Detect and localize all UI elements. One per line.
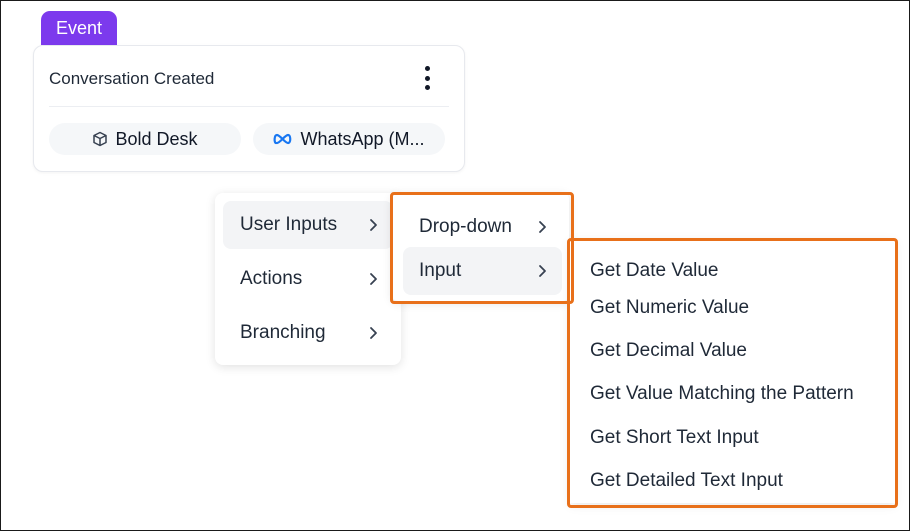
card-divider [49,106,449,107]
chevron-right-icon [369,218,379,232]
menu-item-label: User Inputs [240,214,338,235]
option-get-numeric-value[interactable]: Get Numeric Value [590,297,749,319]
card-title: Conversation Created [49,69,215,88]
node-type-menu: User Inputs Actions Branching [215,193,401,365]
menu-item-label: Input [419,260,462,281]
menu-item-drop-down[interactable]: Drop-down [403,203,562,251]
user-inputs-submenu: Drop-down Input [392,193,569,301]
menu-item-label: Branching [240,322,326,343]
cube-icon [92,131,108,147]
channel-chip-bold-desk[interactable]: Bold Desk [49,123,241,155]
chevron-right-icon [538,220,548,234]
menu-item-branching[interactable]: Branching [223,309,393,357]
more-options-icon[interactable] [422,66,432,90]
chip-label: Bold Desk [115,128,198,149]
channel-chip-whatsapp[interactable]: WhatsApp (M... [253,123,445,155]
chip-label: WhatsApp (M... [300,128,425,149]
option-get-value-matching-pattern[interactable]: Get Value Matching the Pattern [590,383,854,405]
option-get-decimal-value[interactable]: Get Decimal Value [590,340,747,362]
input-submenu: Get Date Value Get Numeric Value Get Dec… [570,240,895,503]
chevron-right-icon [369,272,379,286]
menu-item-actions[interactable]: Actions [223,255,393,303]
event-tag: Event [41,11,118,45]
menu-item-user-inputs[interactable]: User Inputs [223,201,393,249]
menu-item-input[interactable]: Input [403,247,562,295]
option-get-detailed-text-input[interactable]: Get Detailed Text Input [590,470,783,492]
menu-item-label: Drop-down [419,216,512,237]
chevron-right-icon [369,326,379,340]
menu-item-label: Actions [240,268,303,289]
option-get-short-text-input[interactable]: Get Short Text Input [590,427,759,449]
meta-icon [273,132,293,146]
event-card[interactable]: Conversation Created Bold Desk WhatsApp … [33,45,465,172]
chevron-right-icon [538,264,548,278]
option-get-date-value[interactable]: Get Date Value [590,260,719,282]
